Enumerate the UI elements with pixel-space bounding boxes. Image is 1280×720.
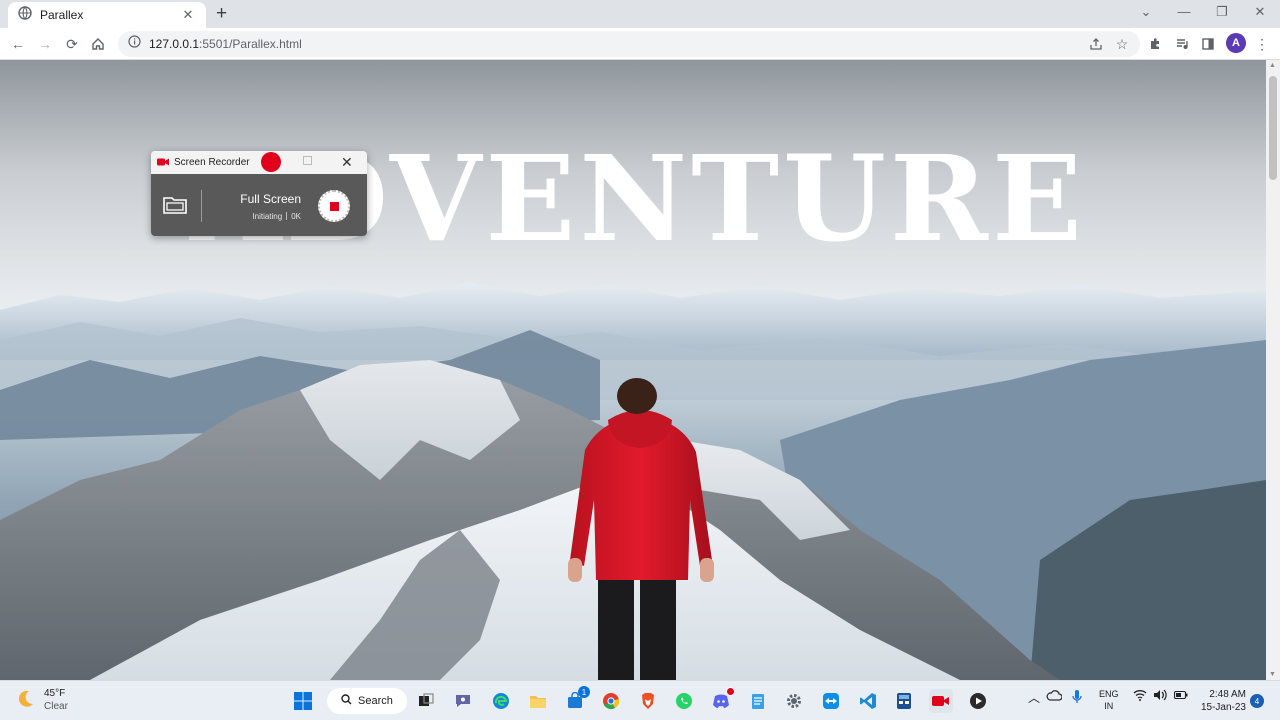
capture-mode-label[interactable]: Full Screen [240, 192, 301, 206]
restore-icon[interactable]: ❐ [1212, 4, 1232, 20]
wifi-icon[interactable] [1133, 689, 1147, 704]
weather-condition: Clear [44, 701, 68, 712]
scroll-up-icon[interactable]: ▲ [1269, 62, 1276, 69]
tab-search-icon[interactable]: ⌄ [1136, 4, 1156, 20]
recorder-close-icon[interactable]: ✕ [341, 154, 353, 171]
calculator-app-icon[interactable] [892, 689, 916, 713]
forward-icon[interactable]: → [35, 34, 55, 54]
windows-start-icon[interactable] [291, 689, 315, 713]
video-camera-icon [157, 154, 169, 172]
weather-temperature: 45°F [44, 688, 66, 699]
page-scrollbar[interactable]: ▲ ▼ [1266, 60, 1280, 680]
globe-icon [18, 5, 32, 25]
screen-recorder-taskbar-icon[interactable] [929, 689, 953, 713]
weather-widget[interactable]: 45°F Clear [16, 687, 68, 713]
media-controls-icon[interactable] [1172, 34, 1192, 54]
browser-tab[interactable]: Parallex ✕ [8, 2, 206, 28]
brave-icon[interactable] [636, 689, 660, 713]
info-icon[interactable] [128, 35, 141, 53]
tab-title: Parallex [40, 8, 84, 22]
minimize-icon[interactable]: — [1174, 4, 1194, 19]
extensions-icon[interactable] [1145, 34, 1165, 54]
recorder-titlebar[interactable]: Screen Recorder ✕ [151, 151, 367, 174]
system-clock[interactable]: 2:48 AM 15-Jan-23 [1198, 688, 1246, 714]
back-icon[interactable]: ← [8, 34, 28, 54]
reload-icon[interactable]: ⟳ [62, 34, 82, 54]
media-player-icon[interactable] [966, 689, 990, 713]
edge-browser-icon[interactable] [489, 689, 513, 713]
vscode-icon[interactable] [856, 689, 880, 713]
chrome-icon[interactable] [599, 689, 623, 713]
tab-strip: Parallex ✕ + ⌄ — ❐ ✕ [0, 0, 1280, 28]
discord-icon[interactable] [709, 687, 735, 713]
volume-icon[interactable] [1153, 689, 1167, 704]
recording-indicator-icon [261, 152, 281, 172]
file-explorer-icon[interactable] [526, 689, 550, 713]
recorder-body: Full Screen Initiating 0K [151, 174, 367, 236]
stop-icon [329, 201, 339, 211]
recorder-divider [201, 190, 202, 222]
recorder-maximize-icon[interactable] [303, 156, 312, 165]
recorder-title: Screen Recorder [174, 157, 250, 168]
profile-avatar[interactable]: A [1226, 33, 1246, 53]
taskbar-search[interactable]: Search [327, 688, 407, 714]
notepad-icon[interactable] [746, 689, 770, 713]
onedrive-cloud-icon[interactable] [1046, 689, 1063, 704]
screen-recorder-window: Screen Recorder ✕ Full Screen Initiating… [151, 151, 367, 236]
microphone-icon[interactable] [1071, 689, 1083, 708]
microsoft-store-icon[interactable]: 1 [563, 686, 590, 713]
address-bar[interactable]: 127.0.0.1:5501/Parallex.html [118, 31, 1140, 57]
teams-chat-icon[interactable] [451, 689, 475, 713]
show-hidden-icons-icon[interactable]: ︿ [1028, 689, 1040, 706]
scroll-down-icon[interactable]: ▼ [1269, 671, 1276, 678]
whatsapp-icon[interactable] [672, 689, 696, 713]
tab-close-icon[interactable]: ✕ [180, 7, 196, 23]
home-icon[interactable] [88, 34, 108, 54]
scroll-thumb[interactable] [1269, 76, 1277, 180]
bookmark-star-icon[interactable]: ☆ [1112, 34, 1132, 54]
task-view-icon[interactable] [414, 689, 438, 713]
store-badge: 1 [578, 686, 590, 698]
side-panel-icon[interactable] [1198, 34, 1218, 54]
settings-gear-icon[interactable] [782, 689, 806, 713]
url-text[interactable]: 127.0.0.1:5501/Parallex.html [149, 37, 302, 51]
stop-recording-button[interactable] [318, 190, 350, 222]
new-tab-button[interactable]: + [216, 3, 227, 25]
taskbar: 45°F Clear Search 1 ︿ ENG IN 2:48 AM 15-… [0, 680, 1280, 720]
folder-icon[interactable] [162, 193, 188, 220]
browser-toolbar: ← → ⟳ 127.0.0.1:5501/Parallex.html ☆ A ⋮ [0, 28, 1280, 60]
search-label: Search [358, 695, 393, 707]
notification-count-badge[interactable]: 4 [1250, 694, 1264, 708]
menu-kebab-icon[interactable]: ⋮ [1252, 34, 1272, 54]
window-close-icon[interactable]: ✕ [1250, 4, 1270, 20]
search-icon [341, 694, 352, 708]
share-icon[interactable] [1086, 34, 1106, 54]
language-indicator[interactable]: ENG IN [1099, 688, 1119, 712]
moon-icon [16, 688, 36, 713]
recording-status: Initiating 0K [252, 212, 301, 221]
teamviewer-icon[interactable] [819, 689, 843, 713]
battery-icon[interactable] [1173, 689, 1188, 703]
discord-notification-dot [726, 687, 735, 696]
